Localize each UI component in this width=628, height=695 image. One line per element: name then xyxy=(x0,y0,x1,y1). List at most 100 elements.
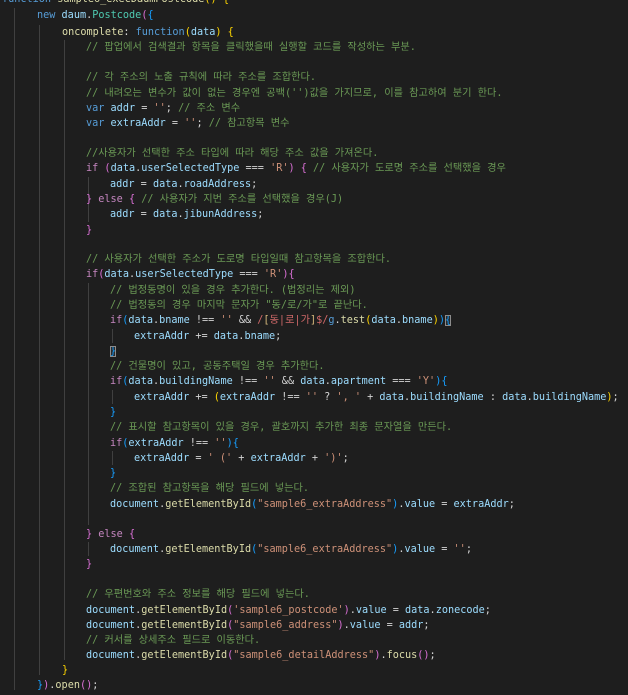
code-token: { xyxy=(441,376,448,387)
code-line[interactable]: } xyxy=(62,663,68,678)
code-line[interactable]: } xyxy=(86,223,92,238)
code-token: // 각 주소의 노출 규칙에 따라 주소를 조합한다. xyxy=(86,72,317,83)
code-line[interactable]: }).open(); xyxy=(37,678,98,693)
code-token: test xyxy=(340,315,366,326)
code-token: if xyxy=(86,269,99,280)
code-token: + xyxy=(232,453,251,464)
code-token: bname xyxy=(244,331,276,342)
code-line[interactable]: } else { // 사용자가 지번 주소를 선택했을 경우(J) xyxy=(86,192,343,207)
code-line[interactable]: extraAddr = ' (' + extraAddr + ')'; xyxy=(134,451,349,466)
code-line[interactable]: var addr = ''; // 주소 변수 xyxy=(86,101,240,116)
code-token: addr xyxy=(110,179,135,190)
code-token: addr xyxy=(110,103,136,114)
code-line[interactable]: addr = data.roadAddress; xyxy=(110,177,257,192)
code-line[interactable]: // 팝업에서 검색결과 항목을 클릭했을때 실행할 코드를 작성하는 부분. xyxy=(86,40,416,55)
code-token: extraAddr xyxy=(110,118,166,129)
code-editor[interactable]: function sample6_execDaumPostcode() {new… xyxy=(0,0,628,695)
code-token: buildingName xyxy=(410,392,484,403)
code-token: { xyxy=(288,269,295,280)
code-token: && xyxy=(275,376,301,387)
code-token: data xyxy=(110,163,136,174)
code-line[interactable]: // 건물명이 있고, 공동주택일 경우 추가한다. xyxy=(110,359,325,374)
code-token: new xyxy=(37,10,56,21)
code-token: extraAddr xyxy=(134,392,190,403)
code-token: { xyxy=(227,27,234,38)
code-token: // 사용자가 선택한 주소가 도로명 타입일때 참고항목을 조합한다. xyxy=(86,254,392,265)
code-token: '' xyxy=(453,544,466,555)
code-token: // 건물명이 있고, 공동주택일 경우 추가한다. xyxy=(110,361,325,372)
code-line[interactable]: // 법정동의 경우 마지막 문자가 "동/로/가"로 끝난다. xyxy=(110,298,368,313)
code-token: data xyxy=(128,376,153,387)
code-line[interactable]: } xyxy=(110,344,117,359)
code-token: !== xyxy=(189,315,221,326)
code-token: value xyxy=(349,620,381,631)
code-line[interactable]: if(extraAddr !== ''){ xyxy=(110,436,239,451)
code-token: ; xyxy=(275,331,282,342)
code-token: buildingName xyxy=(532,392,607,403)
code-token: data xyxy=(502,392,527,403)
code-token: = xyxy=(380,620,399,631)
code-line[interactable]: // 각 주소의 노출 규칙에 따라 주소를 조합한다. xyxy=(86,70,316,85)
code-line[interactable]: var extraAddr = ''; // 참고항목 변수 xyxy=(86,116,290,131)
code-token: document xyxy=(86,605,136,616)
code-token: === xyxy=(239,163,271,174)
code-line[interactable]: oncomplete: function(data) { xyxy=(62,25,234,40)
code-token: extraAddr xyxy=(250,453,306,464)
code-line[interactable]: extraAddr += (extraAddr !== '' ? ', ' + … xyxy=(134,390,619,405)
code-token: data xyxy=(152,179,178,190)
code-token: ; xyxy=(92,680,99,691)
code-line[interactable]: addr = data.jibunAddress; xyxy=(110,207,263,222)
code-line[interactable]: // 법정동명이 있을 경우 추가한다. (법정리는 제외) xyxy=(110,283,356,298)
code-line[interactable]: if(data.buildingName !== '' && data.apar… xyxy=(110,374,447,389)
code-token: } xyxy=(86,559,93,570)
code-line[interactable]: // 사용자가 선택한 주소가 도로명 타입일때 참고항목을 조합한다. xyxy=(86,252,391,267)
code-token: ; xyxy=(251,179,258,190)
code-line[interactable]: // 내려오는 변수가 값이 없는 경우엔 공백('')값을 가지므로, 이를 … xyxy=(86,86,502,101)
code-token: getElementById xyxy=(165,499,252,510)
code-line[interactable]: if (data.userSelectedType === 'R') { // … xyxy=(86,161,506,176)
code-line[interactable]: document.getElementById("sample6_address… xyxy=(86,618,430,633)
code-token: else xyxy=(98,529,123,540)
code-line[interactable]: if(data.userSelectedType === 'R'){ xyxy=(86,267,295,282)
code-token: extraAddr xyxy=(134,331,190,342)
code-token: '' xyxy=(263,376,276,387)
code-token: '' xyxy=(153,103,166,114)
code-line[interactable]: document.getElementById("sample6_extraAd… xyxy=(110,542,472,557)
code-line[interactable]: function sample6_execDaumPostcode() { xyxy=(2,0,229,7)
code-line[interactable]: // 우편번호와 주소 정보를 해당 필드에 넣는다. xyxy=(86,587,310,602)
code-token: '' xyxy=(184,118,197,129)
code-line[interactable]: // 커서를 상세주소 필드로 이동한다. xyxy=(86,633,260,648)
code-token: () xyxy=(79,680,93,691)
code-token: "sample6_extraAddress" xyxy=(257,544,393,555)
code-token: ; xyxy=(508,499,515,510)
code-token: function xyxy=(2,0,51,5)
code-line[interactable]: document.getElementById("sample6_extraAd… xyxy=(110,497,515,512)
code-token: { xyxy=(147,10,154,21)
code-token: '' xyxy=(214,438,227,449)
code-token: : xyxy=(123,27,136,38)
code-token: bname xyxy=(402,315,433,326)
code-token: 'Y' xyxy=(416,376,436,387)
code-token: ; xyxy=(196,118,209,129)
code-line[interactable]: // 조합된 참고항목을 해당 필드에 넣는다. xyxy=(110,481,309,496)
code-line[interactable]: if(data.bname !== '' && /[동|로|가]$/g.test… xyxy=(110,313,452,328)
code-token: } xyxy=(110,468,117,479)
code-token: if xyxy=(86,163,99,174)
code-line[interactable]: } xyxy=(110,405,116,420)
code-line[interactable]: extraAddr += data.bname; xyxy=(134,329,281,344)
code-line[interactable]: } xyxy=(110,466,116,481)
code-line[interactable]: } xyxy=(86,557,92,572)
code-token: extraAddr xyxy=(134,453,190,464)
indent-guide xyxy=(64,40,65,660)
code-line[interactable]: document.getElementById('sample6_postcod… xyxy=(86,603,491,618)
code-token: value xyxy=(404,499,436,510)
code-line[interactable]: document.getElementById("sample6_detailA… xyxy=(86,648,436,663)
code-token: = xyxy=(134,179,153,190)
code-token: "sample6_detailAddress" xyxy=(233,650,375,661)
code-line[interactable]: new daum.Postcode({ xyxy=(37,8,154,23)
code-line[interactable]: // 표시할 참고항목이 있을 경우, 괄호까지 추가한 최종 문자열을 만든다… xyxy=(110,420,452,435)
indent-guide xyxy=(14,8,15,690)
code-line[interactable]: } else { xyxy=(86,527,135,542)
code-line[interactable]: //사용자가 선택한 주소 타입에 따라 해당 주소 값을 가져온다. xyxy=(86,146,378,161)
code-token: { xyxy=(223,0,229,5)
